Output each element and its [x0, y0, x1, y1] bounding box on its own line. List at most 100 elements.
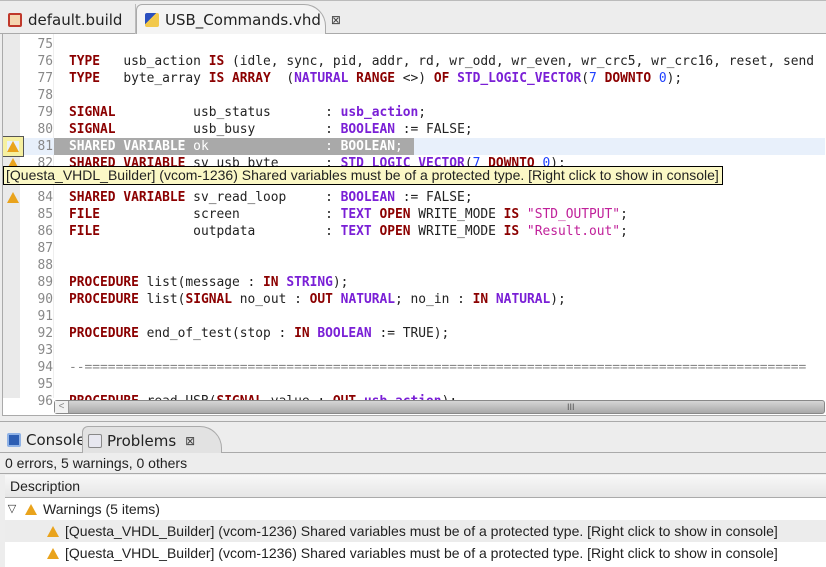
line-number: 77: [37, 71, 53, 86]
code-token: IS: [503, 224, 520, 239]
horizontal-scrollbar[interactable]: < III: [54, 400, 825, 414]
code-line[interactable]: 93: [3, 342, 825, 359]
scroll-grip[interactable]: III: [567, 401, 575, 413]
code-token: );: [332, 275, 349, 290]
group-label: Warnings (5 items): [43, 501, 160, 517]
code-token: ok :: [185, 139, 341, 154]
code-line[interactable]: 91: [3, 308, 825, 325]
code-token: NATURAL: [332, 292, 396, 307]
tab-console[interactable]: Console: [2, 426, 86, 454]
tab-label: Console: [26, 431, 86, 449]
code-token: BOOLEAN: [309, 326, 372, 341]
code-text: TYPE byte_array IS ARRAY (NATURAL RANGE …: [69, 70, 682, 87]
line-number: 81: [37, 139, 53, 154]
tree-group-warnings[interactable]: ▽ Warnings (5 items): [5, 498, 826, 520]
line-number: 92: [37, 326, 53, 341]
code-token: TEXT: [340, 207, 372, 222]
panel-tab-bar: Console Problems ⊠: [0, 421, 826, 454]
code-token: IN: [294, 326, 310, 341]
editor-tab-bar: default.build USB_Commands.vhd ⊠: [0, 0, 826, 35]
code-text: SHARED VARIABLE ok : BOOLEAN;: [69, 138, 403, 155]
code-token: 7: [589, 71, 597, 86]
code-token: := FALSE;: [394, 122, 473, 137]
code-text: --======================================…: [69, 359, 806, 376]
code-text: SIGNAL usb_status : usb_action;: [69, 104, 426, 121]
code-token: "STD_OUTPUT": [519, 207, 621, 222]
collapse-triangle-icon[interactable]: ▽: [5, 498, 19, 520]
code-line[interactable]: 86 FILE outpdata : TEXT OPEN WRITE_MODE I…: [3, 223, 825, 240]
line-number: 89: [37, 275, 53, 290]
warning-marker-icon[interactable]: [7, 192, 19, 203]
code-token: (: [270, 71, 295, 86]
vhdl-file-warning-icon: [145, 13, 159, 27]
line-number: 78: [37, 88, 53, 103]
problems-tree: ▽ Warnings (5 items) [Questa_VHDL_Builde…: [5, 498, 826, 567]
tab-problems[interactable]: Problems ⊠: [82, 426, 222, 454]
problems-summary: 0 errors, 5 warnings, 0 others: [0, 453, 826, 474]
code-token: OUT: [309, 292, 333, 307]
code-text: SHARED VARIABLE sv_read_loop : BOOLEAN :…: [69, 189, 473, 206]
line-number: 86: [37, 224, 53, 239]
problem-item[interactable]: [Questa_VHDL_Builder] (vcom-1236) Shared…: [5, 542, 826, 564]
code-token: BOOLEAN: [340, 139, 395, 154]
code-token: WRITE_MODE: [410, 224, 504, 239]
code-token: ; no_in :: [395, 292, 473, 307]
code-token: PROCEDURE: [69, 275, 139, 290]
code-line[interactable]: 77 TYPE byte_array IS ARRAY (NATURAL RANG…: [3, 70, 825, 87]
problem-text: [Questa_VHDL_Builder] (vcom-1236) Shared…: [65, 523, 778, 539]
warning-marker-icon[interactable]: [3, 137, 23, 156]
tab-default-build[interactable]: default.build: [0, 4, 136, 35]
scroll-left-icon[interactable]: <: [55, 401, 69, 413]
code-token: usb_action: [340, 105, 419, 120]
build-file-icon: [8, 12, 22, 27]
code-line[interactable]: 75: [3, 36, 825, 53]
line-number: 88: [37, 258, 53, 273]
code-token: screen :: [100, 207, 341, 222]
code-token: outpdata :: [100, 224, 341, 239]
code-line[interactable]: 95: [3, 376, 825, 393]
problem-item[interactable]: [Questa_VHDL_Builder] (vcom-1236) Shared…: [5, 520, 826, 542]
code-token: TYPE: [69, 71, 101, 86]
code-text: FILE screen : TEXT OPEN WRITE_MODE IS "S…: [69, 206, 628, 223]
code-token: 0: [651, 71, 667, 86]
code-text: FILE outpdata : TEXT OPEN WRITE_MODE IS …: [69, 223, 628, 240]
code-token: ;: [418, 105, 427, 120]
problems-icon: [88, 433, 102, 448]
code-token: );: [550, 292, 566, 307]
tab-label: USB_Commands.vhd: [165, 11, 321, 29]
code-line[interactable]: 78: [3, 87, 825, 104]
code-token: BOOLEAN: [340, 122, 395, 137]
column-header-description[interactable]: Description: [5, 475, 826, 498]
code-token: IS: [208, 54, 225, 69]
code-token: end_of_test(stop :: [138, 326, 295, 341]
close-icon[interactable]: ⊠: [185, 434, 195, 448]
line-number: 95: [37, 377, 53, 392]
code-line[interactable]: 79 SIGNAL usb_status : usb_action;: [3, 104, 825, 121]
code-line[interactable]: 80 SIGNAL usb_busy : BOOLEAN := FALSE;: [3, 121, 825, 138]
close-icon[interactable]: ⊠: [331, 13, 341, 27]
code-line[interactable]: 88: [3, 257, 825, 274]
tab-usb-commands[interactable]: USB_Commands.vhd ⊠: [136, 4, 341, 35]
code-line[interactable]: 76 TYPE usb_action IS (idle, sync, pid, a…: [3, 53, 825, 70]
code-line[interactable]: 90 PROCEDURE list(SIGNAL no_out : OUT NAT…: [3, 291, 825, 308]
code-token: usb_busy :: [115, 122, 341, 137]
code-token: DOWNTO: [596, 71, 652, 86]
code-editor[interactable]: 75 76 TYPE usb_action IS (idle, sync, pid,…: [2, 34, 826, 416]
code-token: := TRUE);: [371, 326, 450, 341]
code-line[interactable]: 92 PROCEDURE end_of_test(stop : IN BOOLEA…: [3, 325, 825, 342]
code-line[interactable]: 85 FILE screen : TEXT OPEN WRITE_MODE IS …: [3, 206, 825, 223]
code-line[interactable]: 84 SHARED VARIABLE sv_read_loop : BOOLEAN…: [3, 189, 825, 206]
code-line[interactable]: 89 PROCEDURE list(message : IN STRING);: [3, 274, 825, 291]
code-token: NATURAL: [488, 292, 551, 307]
code-token: OPEN: [371, 207, 411, 222]
console-icon: [7, 433, 21, 447]
code-line[interactable]: 87: [3, 240, 825, 257]
code-token: := FALSE;: [394, 190, 473, 205]
code-line[interactable]: 81 SHARED VARIABLE ok : BOOLEAN;: [3, 137, 825, 156]
line-number: 91: [37, 309, 53, 324]
code-token: ;: [620, 207, 628, 222]
code-token: PROCEDURE: [69, 326, 139, 341]
code-token: IN: [263, 275, 279, 290]
code-token: (idle, sync, pid, addr, rd, wr_odd, wr_e…: [224, 54, 815, 69]
code-line[interactable]: 94 --====================================…: [3, 359, 825, 376]
